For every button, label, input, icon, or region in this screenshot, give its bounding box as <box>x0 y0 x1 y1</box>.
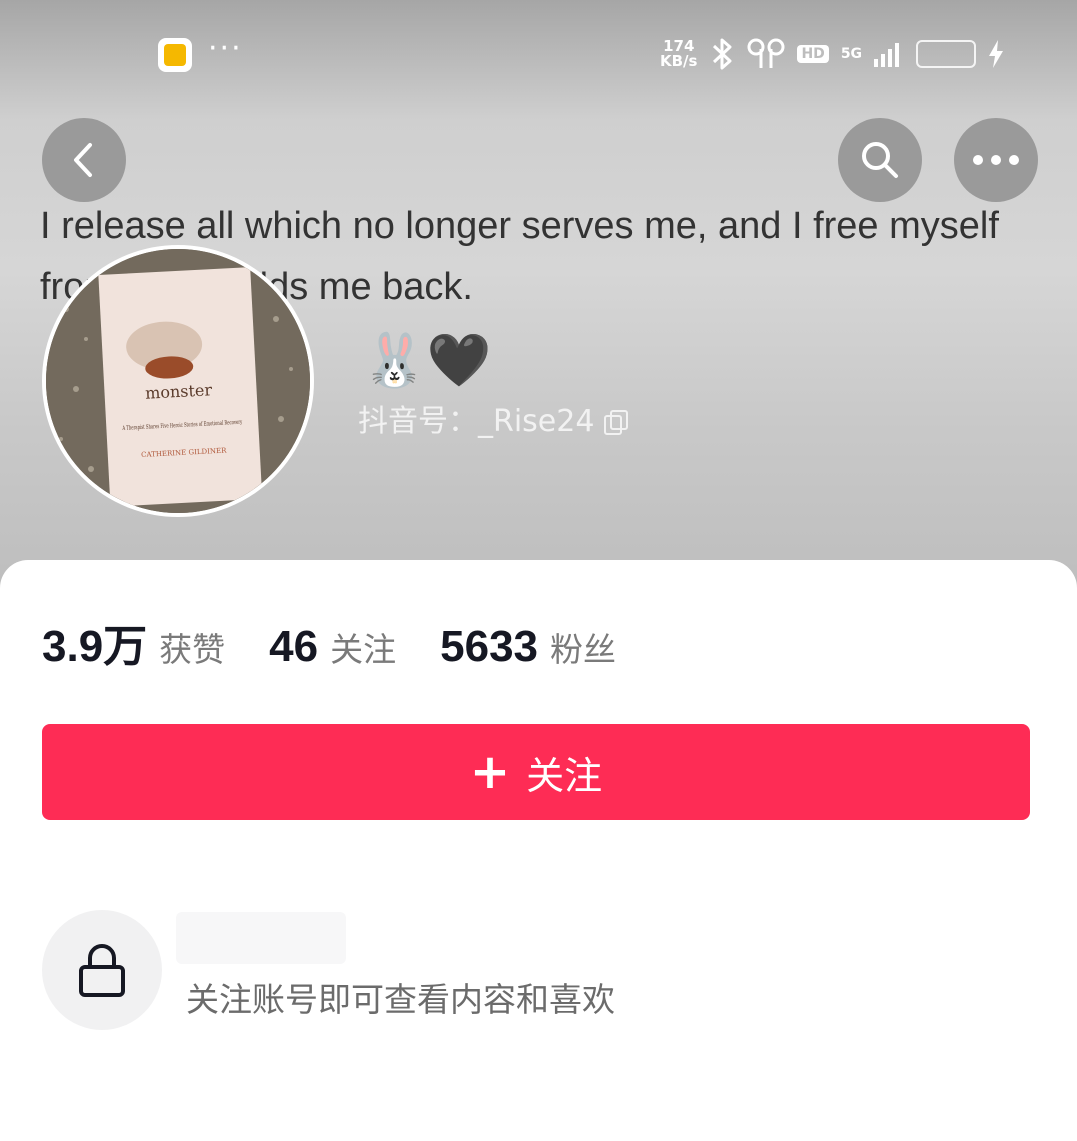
stat-likes[interactable]: 3.9万 获赞 <box>42 610 225 674</box>
follow-button[interactable]: + 关注 <box>42 724 1030 820</box>
profile-header: ··· 174 KB/s HD 5G I release all which n… <box>0 0 1077 600</box>
more-icon <box>973 155 1019 165</box>
private-title-placeholder <box>176 912 346 964</box>
more-notifications-icon: ··· <box>208 31 243 66</box>
more-options-button[interactable] <box>954 118 1038 202</box>
back-button[interactable] <box>42 118 126 202</box>
search-icon <box>862 142 898 178</box>
search-button[interactable] <box>838 118 922 202</box>
avatar-book-title: monster <box>145 380 213 402</box>
signal-icon <box>874 43 900 67</box>
avatar-book-image: monster A Therapist Shares Five Heroic S… <box>46 249 310 513</box>
battery-icon <box>916 40 977 68</box>
stat-likes-value: 3.9万 <box>42 622 148 671</box>
stat-following-label: 关注 <box>330 630 397 669</box>
network-speed-unit: KB/s <box>660 52 698 70</box>
profile-stats: 3.9万 获赞 46 关注 5633 粉丝 <box>42 610 660 674</box>
stat-likes-label: 获赞 <box>159 630 226 669</box>
stat-followers-value: 5633 <box>440 622 539 671</box>
plus-icon: + <box>469 744 511 800</box>
stat-followers[interactable]: 5633 粉丝 <box>440 622 616 672</box>
shopping-bag-icon <box>158 38 192 72</box>
douyin-id[interactable]: 抖音号：_Rise24 <box>358 402 629 442</box>
earbuds-icon <box>747 38 785 68</box>
avatar[interactable]: monster A Therapist Shares Five Heroic S… <box>42 245 314 517</box>
douyin-id-text: 抖音号：_Rise24 <box>358 404 595 439</box>
hd-badge: HD <box>797 45 829 63</box>
network-speed: 174 KB/s <box>660 39 697 69</box>
profile-panel: 3.9万 获赞 46 关注 5633 粉丝 + 关注 关注账号即可查看内容和喜欢 <box>0 560 1077 1141</box>
lock-icon <box>79 944 125 997</box>
private-lock <box>42 910 162 1030</box>
charging-icon <box>989 40 1004 68</box>
network-type: 5G <box>840 46 863 62</box>
stat-following[interactable]: 46 关注 <box>269 622 396 672</box>
chevron-left-icon <box>74 143 92 177</box>
stat-following-value: 46 <box>269 622 319 671</box>
private-account-notice: 关注账号即可查看内容和喜欢 <box>186 980 615 1019</box>
stat-followers-label: 粉丝 <box>550 630 617 669</box>
copy-icon[interactable] <box>604 410 629 435</box>
bluetooth-icon <box>713 38 732 70</box>
status-indicators: 174 KB/s HD 5G <box>660 34 1004 74</box>
status-bar: ··· 174 KB/s HD 5G <box>0 30 1077 78</box>
username-emojis: 🐰🖤 <box>362 331 492 391</box>
follow-button-label: 关注 <box>526 753 603 798</box>
